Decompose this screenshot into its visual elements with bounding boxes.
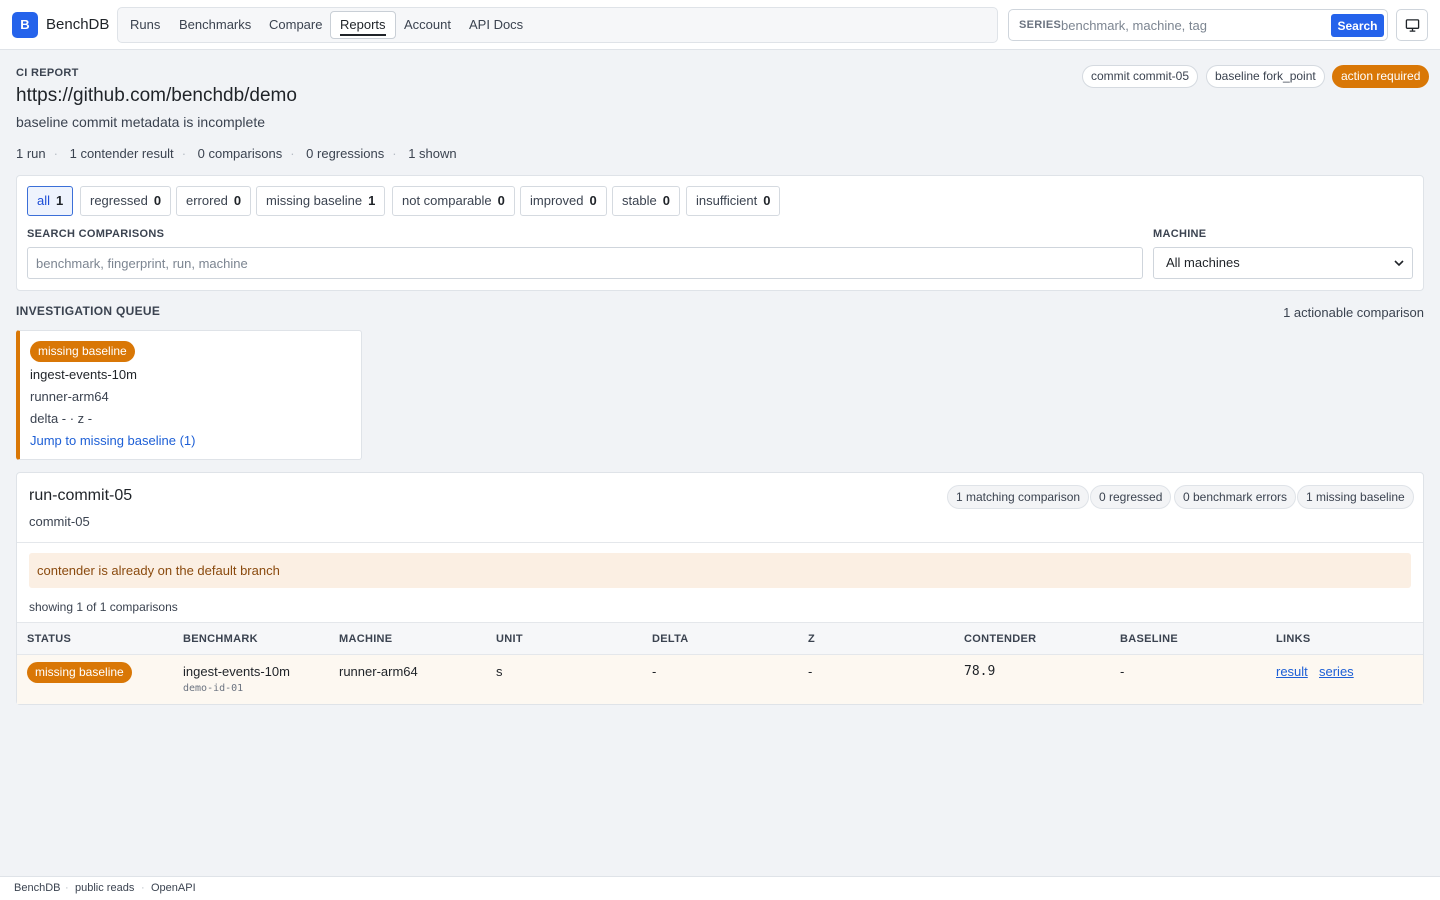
queue-title: INVESTIGATION QUEUE: [16, 304, 161, 318]
queue-card: missing baseline ingest-events-10m runne…: [16, 330, 362, 460]
report-subtitle: baseline commit metadata is incomplete: [16, 114, 266, 130]
status-badge: missing baseline: [30, 341, 135, 362]
run-panel: run-commit-05 commit-05 1 matching compa…: [16, 472, 1424, 705]
filter-chip-errored[interactable]: errored 0: [176, 186, 252, 216]
stat-comparisons: 0 comparisons: [197, 146, 283, 161]
footer-separator: ·: [65, 882, 69, 894]
machine-select[interactable]: All machines: [1153, 247, 1413, 279]
report-stats: 1 run · 1 contender result · 0 comparisons…: [16, 146, 457, 161]
col-links: LINKS: [1276, 633, 1311, 645]
row-z: -: [808, 664, 813, 679]
monitor-icon: [1405, 19, 1420, 32]
machine-select-value: All machines: [1166, 255, 1240, 270]
commit-pill: commit commit-05: [1082, 65, 1199, 88]
filter-chip-missing-baseline[interactable]: missing baseline 1: [256, 186, 386, 216]
jump-to-missing-baseline-link[interactable]: Jump to missing baseline (1): [30, 433, 195, 448]
footer: BenchDB · public reads · OpenAPI: [0, 876, 1440, 900]
row-unit: s: [496, 664, 503, 679]
stat-contender-results: 1 contender result: [69, 146, 174, 161]
row-benchmark: ingest-events-10m: [183, 664, 290, 679]
filter-panel: all 1 regressed 0 errored 0 missing baselin…: [16, 175, 1424, 291]
queue-count: 1 actionable comparison: [1283, 305, 1424, 320]
tag-regressed: 0 regressed: [1090, 485, 1172, 509]
report-title: https://github.com/benchdb/demo: [16, 85, 297, 106]
action-required-badge: action required: [1332, 65, 1430, 88]
chevron-down-icon: [1394, 260, 1404, 267]
col-benchmark[interactable]: BENCHMARK: [183, 633, 258, 645]
table-row: missing baseline ingest-events-10m demo-…: [17, 655, 1423, 704]
table-header: STATUS BENCHMARK MACHINE UNIT DELTA Z CO…: [17, 622, 1423, 655]
col-status[interactable]: STATUS: [27, 633, 71, 645]
filter-chip-all[interactable]: all 1: [27, 186, 74, 216]
series-search: SERIES Search: [1008, 9, 1388, 41]
row-series-link[interactable]: series: [1319, 664, 1354, 679]
nav-account[interactable]: Account: [395, 11, 460, 39]
filter-chip-improved[interactable]: improved 0: [520, 186, 607, 216]
tag-benchmark-errors: 0 benchmark errors: [1174, 485, 1297, 509]
nav-benchmarks[interactable]: Benchmarks: [170, 11, 260, 39]
queue-delta: delta - · z -: [30, 411, 93, 426]
notice-banner: contender is already on the default bran…: [29, 553, 1411, 588]
col-z[interactable]: Z: [808, 633, 815, 645]
run-commit: commit-05: [29, 514, 90, 529]
footer-public-reads[interactable]: public reads: [75, 882, 134, 894]
col-delta[interactable]: DELTA: [652, 633, 689, 645]
tag-missing-baseline: 1 missing baseline: [1297, 485, 1414, 509]
stat-runs: 1 run: [16, 146, 46, 161]
footer-openapi-link[interactable]: OpenAPI: [151, 882, 196, 894]
baseline-pill: baseline fork_point: [1206, 65, 1325, 88]
nav-compare[interactable]: Compare: [260, 11, 331, 39]
showing-count: showing 1 of 1 comparisons: [29, 600, 178, 614]
row-baseline: -: [1120, 664, 1125, 679]
machine-filter-label: MACHINE: [1153, 228, 1207, 240]
col-contender[interactable]: CONTENDER: [964, 633, 1036, 645]
search-comparisons-input[interactable]: [27, 247, 1143, 279]
col-machine[interactable]: MACHINE: [339, 633, 392, 645]
footer-brand[interactable]: BenchDB: [14, 882, 60, 894]
top-bar: B BenchDB Runs Benchmarks Compare Report…: [0, 0, 1440, 50]
filter-chip-not-comparable[interactable]: not comparable 0: [392, 186, 515, 216]
nav-reports-label: Reports: [340, 17, 386, 36]
nav-runs[interactable]: Runs: [121, 11, 169, 39]
run-title[interactable]: run-commit-05: [29, 487, 132, 505]
col-unit[interactable]: UNIT: [496, 633, 523, 645]
main-nav: Runs Benchmarks Compare Reports Account …: [117, 7, 998, 43]
series-search-input[interactable]: [1061, 14, 1327, 36]
row-machine: runner-arm64: [339, 664, 418, 679]
stat-regressions: 0 regressions: [306, 146, 385, 161]
filter-chip-regressed[interactable]: regressed 0: [80, 186, 172, 216]
filter-chip-stable[interactable]: stable 0: [612, 186, 680, 216]
run-divider: [17, 542, 1423, 543]
nav-reports[interactable]: Reports: [330, 11, 396, 39]
brand-name[interactable]: BenchDB: [46, 16, 109, 33]
queue-machine: runner-arm64: [30, 389, 109, 404]
queue-benchmark: ingest-events-10m: [30, 367, 137, 382]
search-comparisons-label: SEARCH COMPARISONS: [27, 228, 165, 240]
stat-shown: 1 shown: [408, 146, 457, 161]
row-contender: 78.9: [964, 664, 996, 679]
footer-separator: ·: [141, 882, 145, 894]
row-benchmark-id: demo-id-01: [183, 683, 244, 694]
tag-matching-comparison: 1 matching comparison: [947, 485, 1090, 509]
row-status-badge: missing baseline: [27, 662, 132, 683]
display-toggle-button[interactable]: [1396, 9, 1428, 41]
logo-badge[interactable]: B: [12, 12, 38, 38]
report-eyebrow: CI REPORT: [16, 67, 79, 79]
col-baseline[interactable]: BASELINE: [1120, 633, 1178, 645]
row-delta: -: [652, 664, 657, 679]
filter-chip-insufficient[interactable]: insufficient 0: [686, 186, 781, 216]
series-search-button[interactable]: Search: [1331, 14, 1384, 37]
nav-api-docs[interactable]: API Docs: [460, 11, 532, 39]
series-search-label: SERIES: [1019, 19, 1062, 31]
row-result-link[interactable]: result: [1276, 664, 1308, 679]
